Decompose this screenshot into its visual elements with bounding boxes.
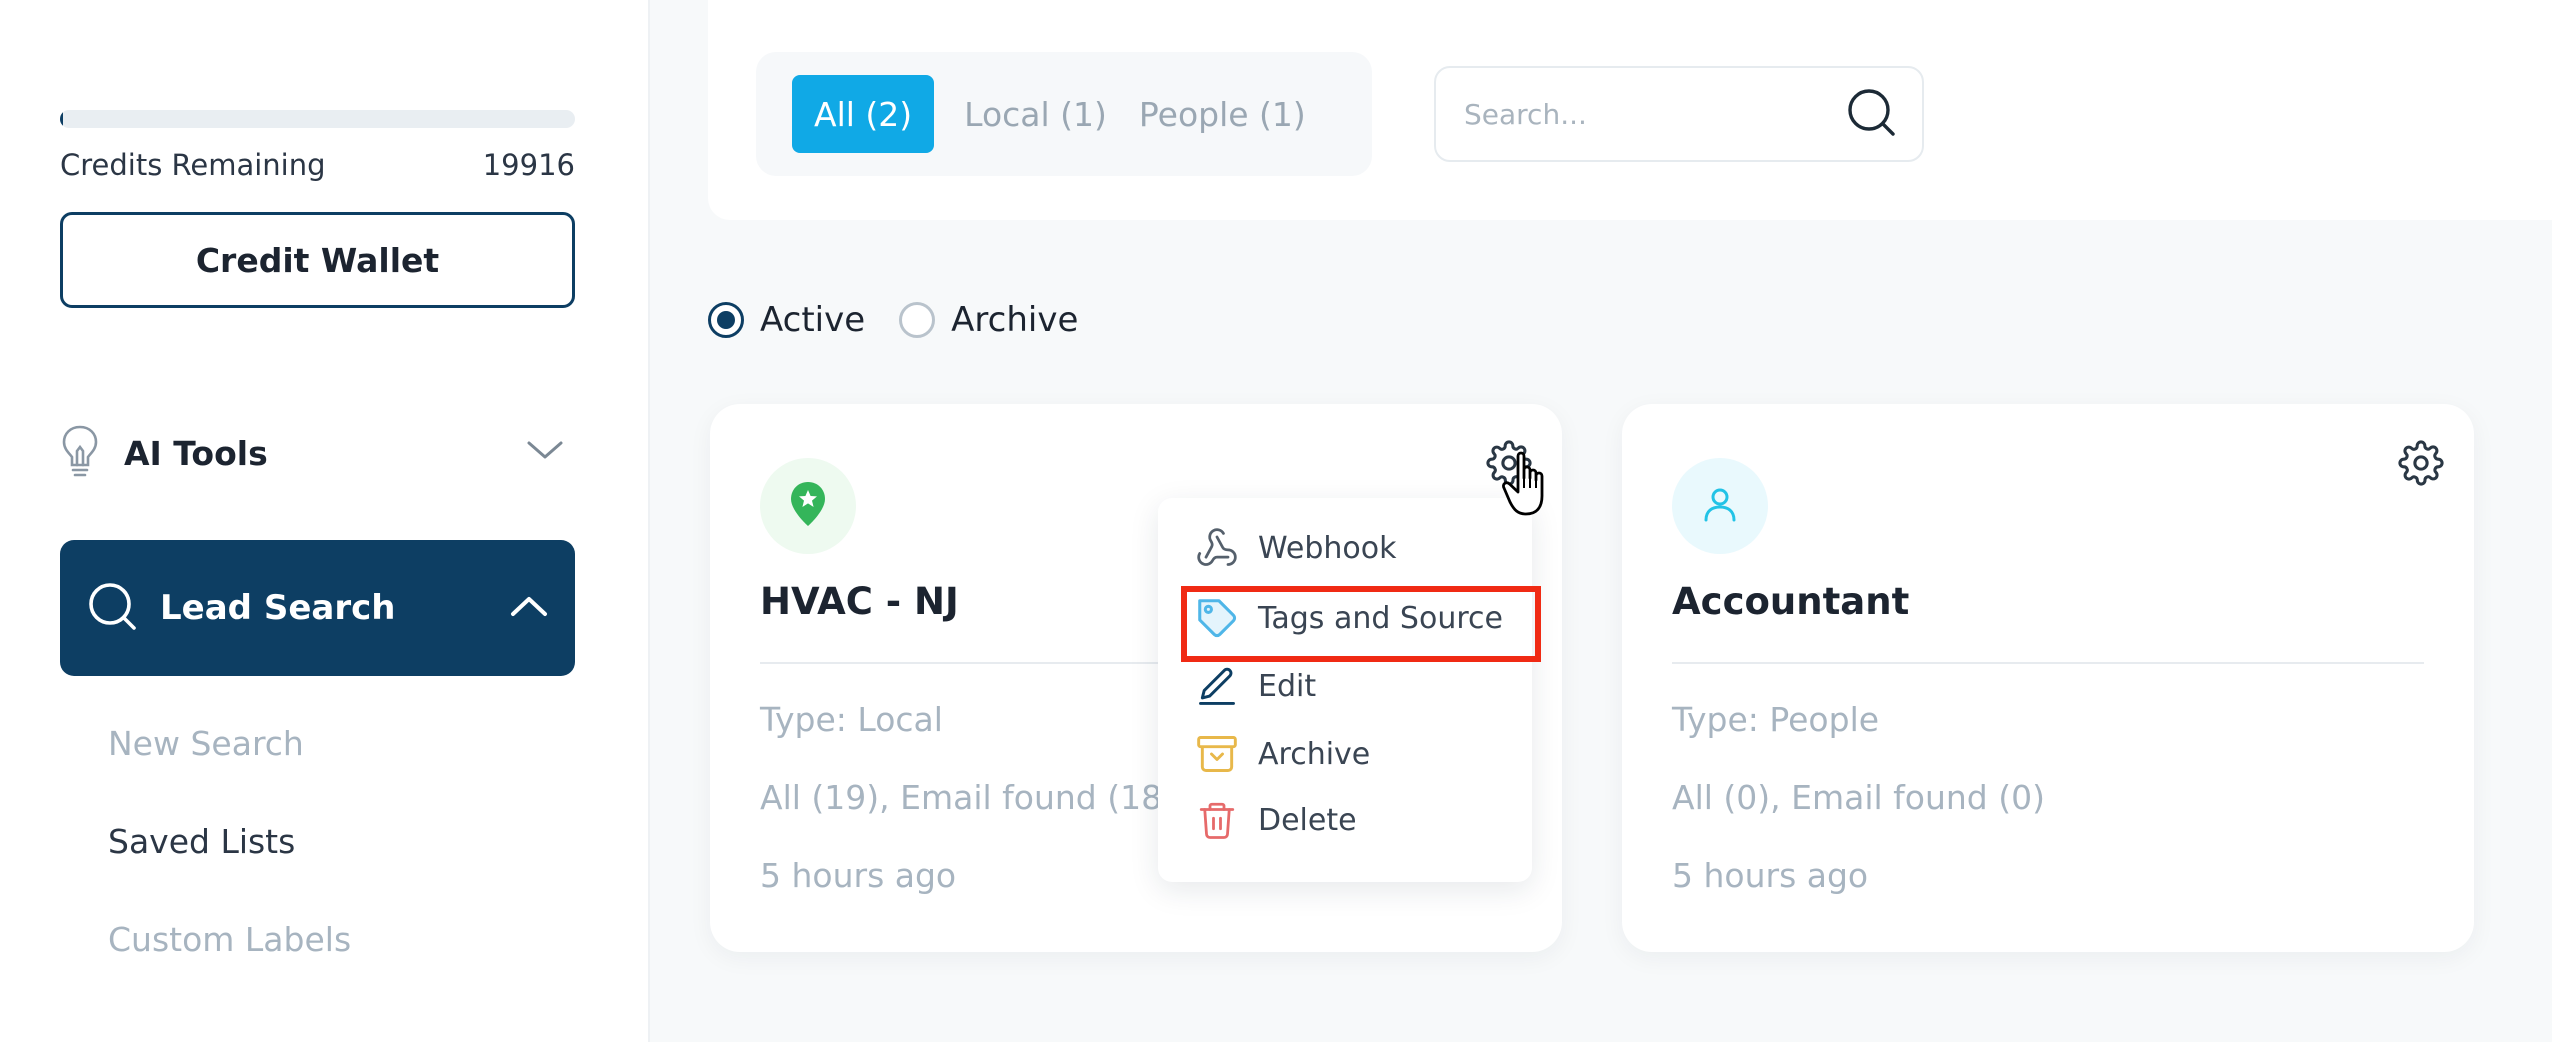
sidebar: Credits Remaining 19916 Credit Wallet AI… [0,0,650,1042]
credits-progress-fill [60,110,63,128]
subnav-new-search[interactable]: New Search [108,724,304,763]
divider [1672,662,2424,664]
list-type: Type: People [1672,700,1880,739]
credits-remaining-value: 19916 [482,148,575,182]
menu-item-label: Webhook [1258,530,1397,566]
list-counts: All (0), Email found (0) [1672,778,2045,817]
chevron-down-icon [525,439,565,467]
credits-remaining-label: Credits Remaining [60,148,326,182]
menu-item-edit[interactable]: Edit [1194,656,1316,716]
saved-list-card-accountant[interactable]: Accountant Type: People All (0), Email f… [1622,404,2474,952]
sidebar-item-lead-search[interactable]: Lead Search [60,540,575,676]
map-pin-icon [788,480,828,532]
list-time: 5 hours ago [760,856,957,895]
subnav-saved-lists[interactable]: Saved Lists [108,822,295,861]
trash-icon [1194,797,1240,843]
pencil-icon [1194,663,1240,709]
list-time: 5 hours ago [1672,856,1869,895]
credit-wallet-button[interactable]: Credit Wallet [60,212,575,308]
list-avatar [1672,458,1768,554]
search-icon [86,580,138,636]
card-options-menu: Webhook Tags and Source Edit Archive Del… [1158,498,1532,882]
list-counts: All (19), Email found (18) [760,778,1175,817]
list-type: Type: Local [760,700,943,739]
tab-all[interactable]: All (2) [792,75,935,153]
subnav-custom-labels[interactable]: Custom Labels [108,920,351,959]
archive-radio-label[interactable]: Archive [951,300,1078,340]
highlight-annotation-box [1181,586,1541,662]
status-filter: Active Archive [708,300,1112,340]
archive-radio[interactable] [899,302,936,338]
menu-item-label: Edit [1258,668,1317,704]
credits-progress-bar [60,110,575,128]
lead-search-label: Lead Search [160,588,396,628]
gear-icon[interactable] [2398,440,2444,490]
chevron-up-icon [509,593,549,623]
credit-wallet-label: Credit Wallet [195,240,440,280]
active-radio[interactable] [708,302,744,338]
search-input[interactable] [1462,96,1844,132]
sidebar-item-ai-tools[interactable]: AI Tools [60,418,575,488]
menu-item-webhook[interactable]: Webhook [1194,518,1397,578]
tab-people[interactable]: People (1) [1137,95,1308,134]
lightbulb-icon [60,423,100,483]
ai-tools-label: AI Tools [124,433,268,473]
tab-local[interactable]: Local (1) [962,95,1109,134]
webhook-icon [1194,525,1240,571]
archive-box-icon [1194,731,1240,777]
menu-item-label: Archive [1258,736,1371,772]
menu-item-delete[interactable]: Delete [1194,790,1357,850]
search-icon[interactable] [1844,85,1898,143]
person-icon [1700,484,1740,528]
list-title: Accountant [1672,580,1910,623]
list-title: HVAC - NJ [760,580,959,623]
active-radio-label[interactable]: Active [760,300,865,340]
menu-item-archive[interactable]: Archive [1194,724,1370,784]
credits-row: Credits Remaining 19916 [60,148,575,182]
menu-item-label: Delete [1258,802,1357,838]
pointer-hand-cursor-icon [1500,448,1558,524]
type-tabs: All (2) Local (1) People (1) [756,52,1372,176]
list-avatar [760,458,856,554]
search-box [1434,66,1924,162]
